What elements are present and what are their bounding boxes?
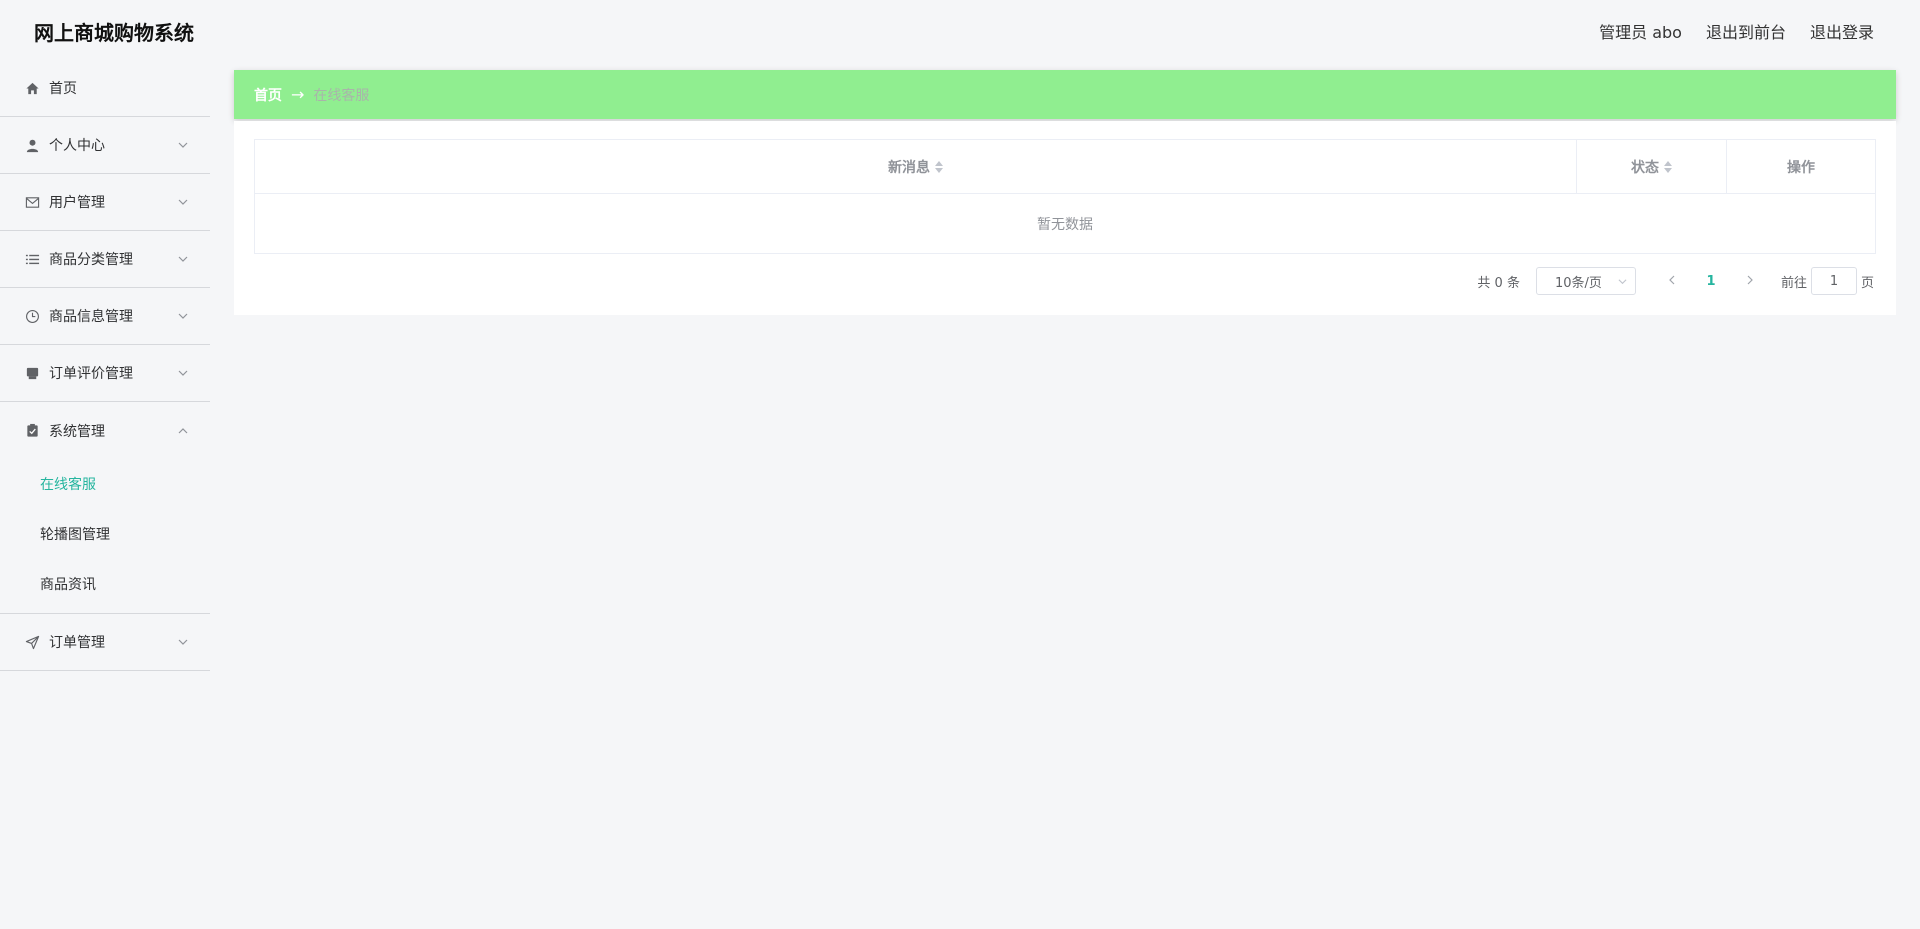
chevron-down-icon — [178, 142, 188, 148]
current-user-label: 管理员 abo — [1599, 23, 1682, 42]
breadcrumb-home-link[interactable]: 首页 — [254, 85, 282, 105]
chevron-down-icon — [178, 199, 188, 205]
column-header-status[interactable]: 状态 — [1577, 140, 1727, 193]
column-label: 状态 — [1631, 159, 1659, 176]
exit-to-front-link[interactable]: 退出到前台 — [1706, 19, 1786, 43]
breadcrumb: 首页 → 在线客服 — [234, 70, 1896, 119]
sidebar-item-label: 系统管理 — [49, 423, 105, 440]
sidebar-item-product-info[interactable]: 商品信息管理 — [0, 288, 210, 345]
chevron-down-icon — [1618, 279, 1627, 285]
sidebar-item-home[interactable]: 首页 — [0, 60, 210, 117]
page-jumper: 前往 页 — [1781, 267, 1874, 295]
page-number-current[interactable]: 1 — [1688, 274, 1734, 289]
column-label: 操作 — [1787, 159, 1815, 176]
user-icon — [24, 137, 40, 153]
sidebar-item-system[interactable]: 系统管理 — [0, 402, 210, 459]
submenu-item-news[interactable]: 商品资讯 — [0, 559, 210, 609]
send-icon — [24, 634, 40, 650]
goto-label: 前往 — [1780, 275, 1807, 291]
sort-icon[interactable] — [935, 160, 943, 173]
sidebar-item-label: 商品信息管理 — [49, 309, 133, 325]
clock-icon — [24, 308, 40, 324]
chevron-down-icon — [178, 313, 188, 319]
home-icon — [24, 80, 40, 96]
chevron-down-icon — [178, 370, 188, 376]
logout-link[interactable]: 退出登录 — [1810, 19, 1874, 43]
system-submenu: 在线客服 轮播图管理 商品资讯 — [0, 459, 210, 614]
table-header: 新消息 状态 操作 — [255, 140, 1875, 194]
chevron-down-icon — [178, 639, 188, 645]
sidebar-item-label: 商品分类管理 — [49, 252, 133, 268]
page-size-value: 10条/页 — [1554, 275, 1602, 291]
arrow-right-icon: → — [291, 85, 305, 104]
clipboard-check-icon — [24, 423, 40, 439]
column-header-message[interactable]: 新消息 — [255, 140, 1577, 193]
sidebar-item-label: 订单管理 — [49, 635, 105, 651]
chevron-right-icon — [1747, 275, 1753, 284]
breadcrumb-current: 在线客服 — [313, 87, 370, 104]
sidebar-item-label: 个人中心 — [49, 138, 105, 154]
content-card: 新消息 状态 操作 暂无数据 共 0 条 10条/页 1 前往 1 页 — [234, 121, 1896, 315]
sidebar-menu: 首页 个人中心 用户管理 商品分类管理 商品信息管理 订单评价管理 系统管理 在… — [0, 60, 210, 929]
pagination-total: 共 0 条 — [1477, 275, 1520, 291]
page-size-select[interactable]: 10条/页 — [1535, 267, 1636, 295]
app-title: 网上商城购物系统 — [34, 21, 194, 45]
empty-placeholder: 暂无数据 — [1037, 216, 1093, 233]
next-page-button[interactable] — [1734, 274, 1766, 289]
page-suffix-label: 页 — [1860, 275, 1874, 291]
sidebar-item-orders[interactable]: 订单管理 — [0, 614, 210, 671]
chevron-up-icon — [178, 427, 188, 433]
mail-icon — [24, 194, 40, 210]
sidebar-item-label: 订单评价管理 — [49, 366, 133, 382]
main-content: 首页 → 在线客服 新消息 状态 操作 暂无数据 共 0 条 10条/页 1 前… — [234, 70, 1896, 315]
list-icon — [24, 251, 40, 267]
sort-icon[interactable] — [1664, 160, 1672, 173]
chevron-down-icon — [178, 256, 188, 262]
sidebar-item-label: 首页 — [49, 81, 77, 97]
column-header-actions: 操作 — [1727, 140, 1875, 193]
pagination: 共 0 条 10条/页 1 前往 页 — [254, 254, 1876, 308]
header-actions: 管理员 abo 退出到前台 退出登录 — [1599, 19, 1874, 43]
data-table: 新消息 状态 操作 暂无数据 — [254, 139, 1876, 254]
chevron-left-icon — [1669, 275, 1675, 284]
sidebar-item-category[interactable]: 商品分类管理 — [0, 231, 210, 288]
sidebar-item-profile[interactable]: 个人中心 — [0, 117, 210, 174]
sidebar-item-order-review[interactable]: 订单评价管理 — [0, 345, 210, 402]
top-header: 网上商城购物系统 管理员 abo 退出到前台 退出登录 — [0, 0, 1920, 60]
sidebar-item-label: 用户管理 — [49, 195, 105, 211]
submenu-item-carousel[interactable]: 轮播图管理 — [0, 509, 210, 559]
printer-icon — [24, 365, 40, 381]
prev-page-button[interactable] — [1656, 274, 1688, 289]
goto-page-input[interactable] — [1810, 267, 1857, 295]
column-label: 新消息 — [888, 159, 930, 176]
submenu-item-online-service[interactable]: 在线客服 — [0, 459, 210, 509]
sidebar-item-users[interactable]: 用户管理 — [0, 174, 210, 231]
